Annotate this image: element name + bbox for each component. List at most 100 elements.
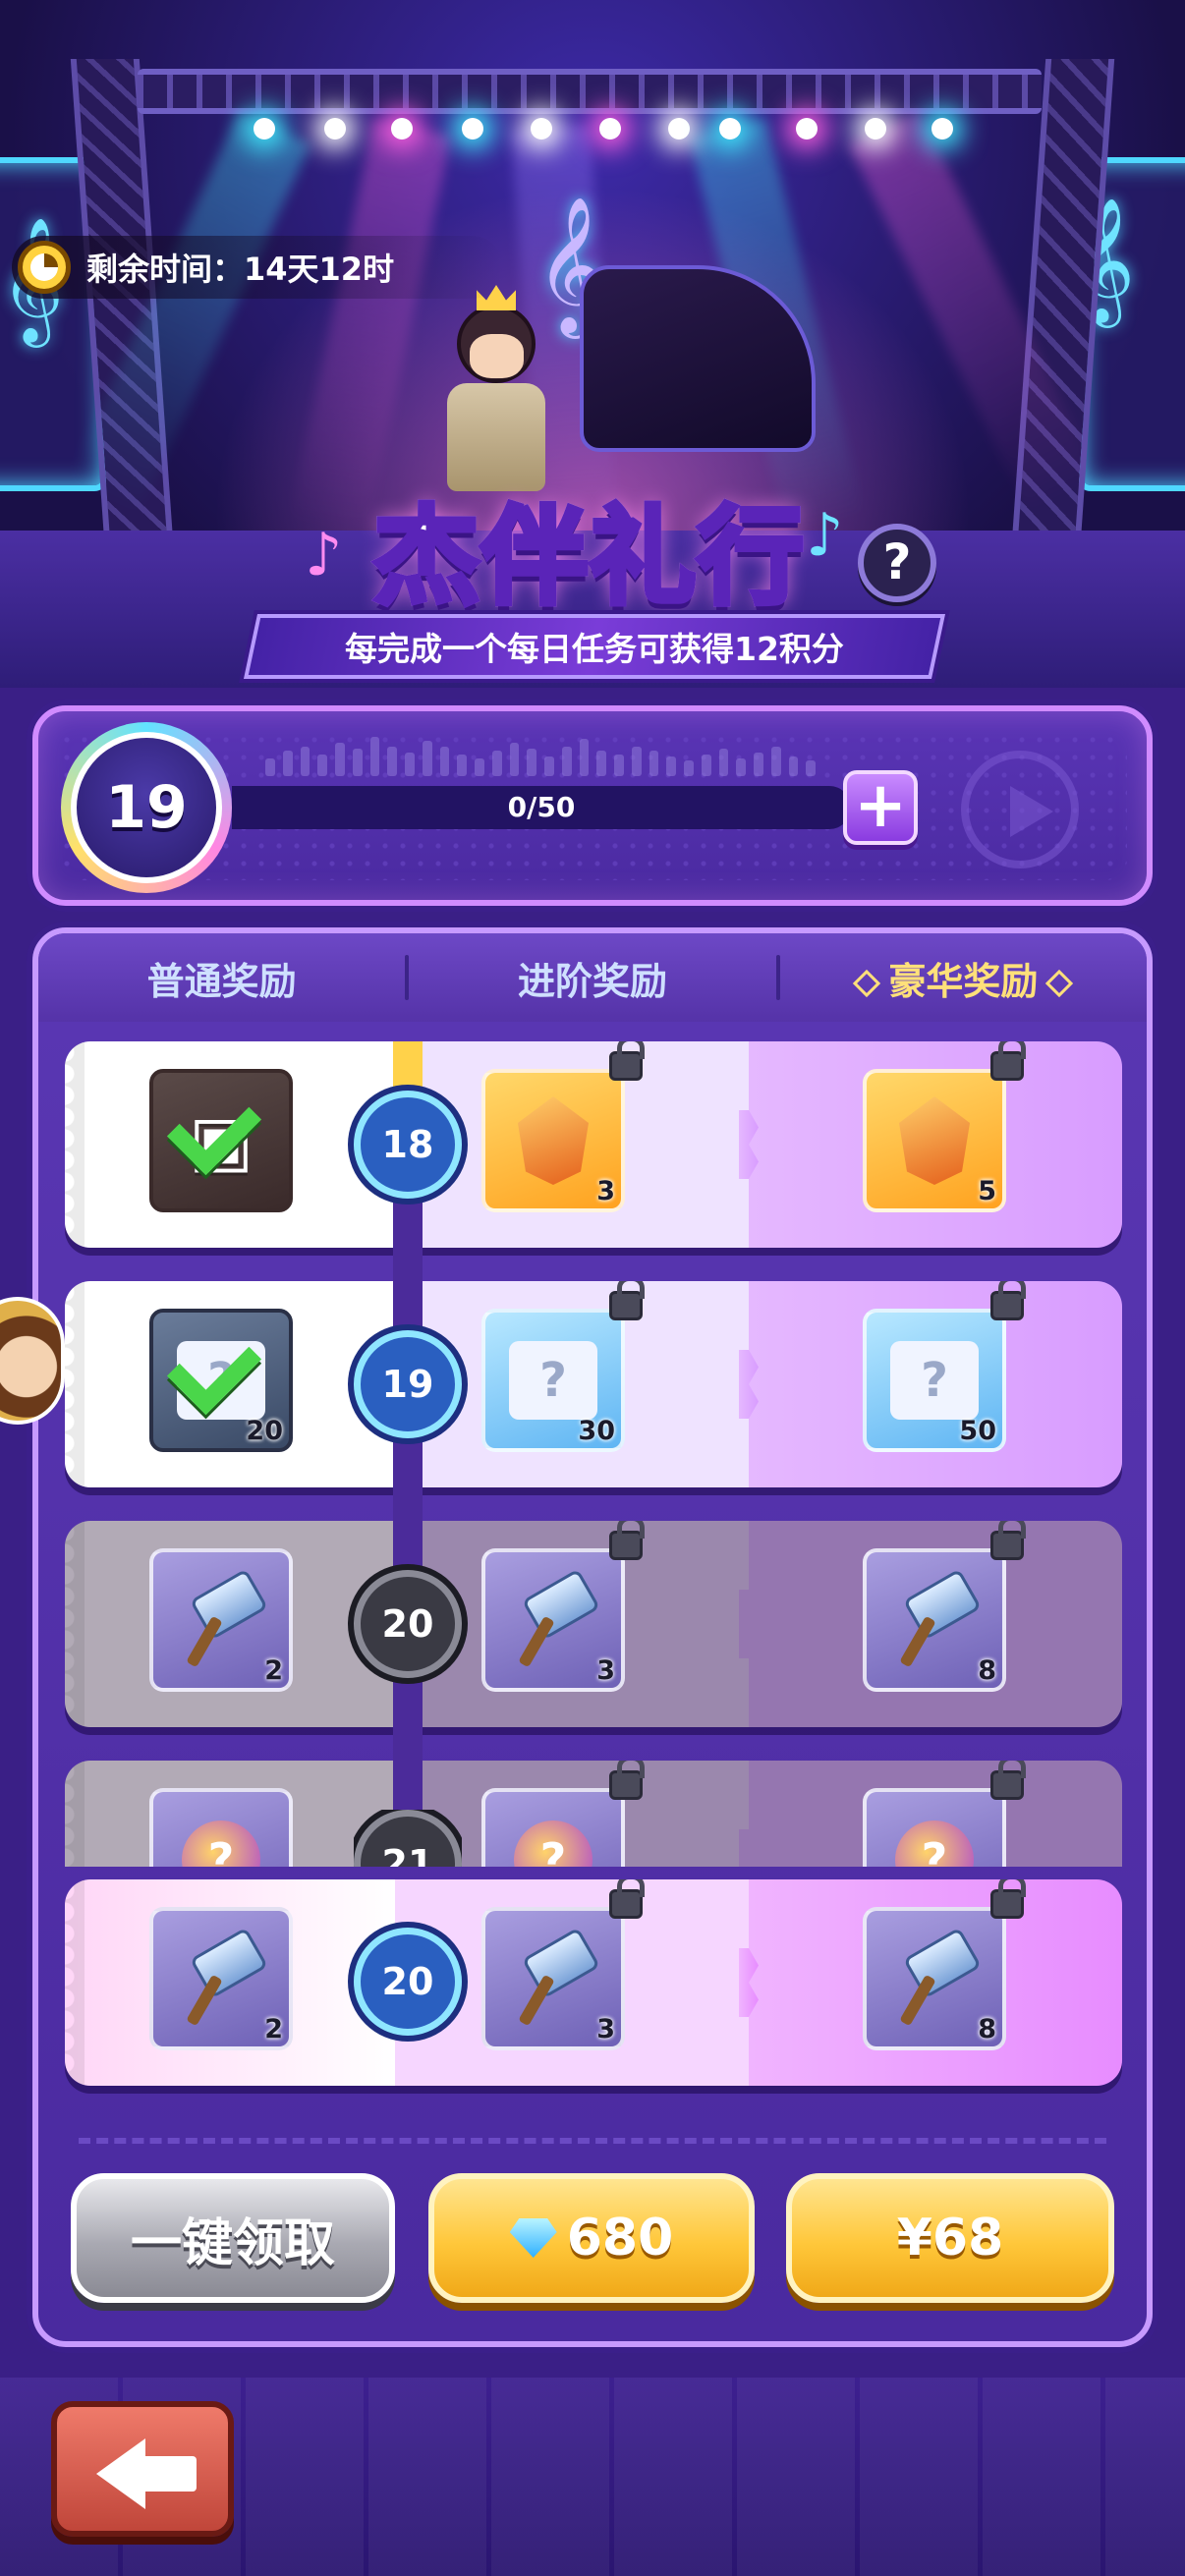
- hammer-icon: [519, 1576, 588, 1664]
- reward-cell-normal[interactable]: ?: [65, 1761, 395, 1867]
- mystery-orb-icon: ?: [514, 1820, 592, 1867]
- event-title: 杰伴礼行: [295, 472, 884, 625]
- lock-icon: [609, 1761, 645, 1800]
- lock-icon: [990, 1761, 1026, 1800]
- stage-light: [865, 118, 886, 140]
- level-node: 20: [354, 1570, 462, 1678]
- stage-light: [668, 118, 690, 140]
- mystery-orb-icon: ?: [895, 1820, 974, 1867]
- column-advanced: 进阶奖励: [517, 959, 667, 1003]
- equalizer-decoration: [265, 731, 816, 776]
- reward-quantity: 8: [978, 1655, 996, 1686]
- reward-cell-luxury[interactable]: 5: [739, 1041, 1122, 1248]
- ticket-notch: [739, 1948, 759, 2017]
- reward-list[interactable]: ▣ 3 5? 20? 30? 50 2 3 8???: [59, 1041, 1126, 1867]
- reward-gem-tile[interactable]: 5: [863, 1069, 1006, 1212]
- reward-scroll-tile[interactable]: ? 30: [481, 1309, 625, 1452]
- stage-light: [254, 118, 275, 140]
- stage-light: [531, 118, 552, 140]
- reward-orb-tile[interactable]: ?: [863, 1788, 1006, 1867]
- subtitle-text: 每完成一个每日任务可获得12积分: [345, 630, 844, 668]
- column-luxury: 豪华奖励: [780, 951, 1147, 1005]
- stage-light: [391, 118, 413, 140]
- reward-row[interactable]: ???: [65, 1761, 1122, 1867]
- reward-cell-luxury[interactable]: 8: [739, 1879, 1122, 2086]
- buy-with-money-button[interactable]: ¥68: [786, 2173, 1114, 2303]
- lock-icon: [990, 1879, 1026, 1919]
- gem-icon: [899, 1096, 970, 1185]
- reward-cell-luxury[interactable]: 8: [739, 1521, 1122, 1727]
- stage-light: [796, 118, 818, 140]
- lock-icon: [990, 1281, 1026, 1320]
- hammer-icon: [519, 1934, 588, 2023]
- scroll-icon: ?: [890, 1341, 979, 1420]
- ticket-notch: [739, 1110, 759, 1179]
- column-normal: 普通奖励: [146, 959, 297, 1003]
- reward-scroll-tile[interactable]: ? 20: [149, 1309, 293, 1452]
- reward-quantity: 5: [978, 1176, 996, 1206]
- reward-hammer-tile[interactable]: 2: [149, 1548, 293, 1692]
- buy-with-gems-button[interactable]: 680: [428, 2173, 755, 2303]
- reward-scroll-tile[interactable]: ? 50: [863, 1309, 1006, 1452]
- reward-cell-luxury[interactable]: ? 50: [739, 1281, 1122, 1487]
- reward-orb-tile[interactable]: ?: [149, 1788, 293, 1867]
- stage-light: [719, 118, 741, 140]
- reward-quantity: 3: [596, 2014, 615, 2044]
- lock-icon: [609, 1879, 645, 1919]
- reward-quantity: 50: [959, 1416, 996, 1446]
- reward-hammer-tile[interactable]: 3: [481, 1548, 625, 1692]
- gem-icon: [518, 1096, 589, 1185]
- stage-light: [324, 118, 346, 140]
- ticket-notch: [739, 1590, 759, 1658]
- reward-gem-tile[interactable]: 3: [481, 1069, 625, 1212]
- current-level-badge: 19: [61, 722, 232, 893]
- hammer-icon: [900, 1576, 969, 1664]
- ticket-notch: [739, 1350, 759, 1419]
- level-node: 19: [354, 1330, 462, 1438]
- timer-text: 剩余时间：14天12时: [86, 251, 395, 288]
- stage-light: [931, 118, 953, 140]
- reward-hammer-tile[interactable]: 8: [863, 1548, 1006, 1692]
- event-timer: 剩余时间：14天12时: [12, 236, 503, 299]
- stage-light: [599, 118, 621, 140]
- lock-icon: [609, 1281, 645, 1320]
- reward-cell-normal[interactable]: 2: [65, 1879, 395, 2086]
- reward-quantity: 2: [264, 1655, 283, 1686]
- reward-cell-normal[interactable]: ▣: [65, 1041, 395, 1248]
- buy-level-button[interactable]: +: [843, 770, 918, 845]
- lock-icon: [990, 1521, 1026, 1560]
- pianist-character: [432, 285, 560, 491]
- play-icon[interactable]: [961, 751, 1079, 868]
- companion-avatar[interactable]: [0, 1297, 65, 1425]
- reward-row[interactable]: ? 20? 30? 50: [65, 1281, 1122, 1487]
- progress-text: 0/50: [507, 791, 576, 823]
- back-arrow-icon[interactable]: [51, 2401, 234, 2537]
- lock-icon: [990, 1041, 1026, 1081]
- scroll-icon: ?: [509, 1341, 597, 1420]
- help-button[interactable]: ?: [858, 524, 936, 602]
- reward-orb-tile[interactable]: ?: [481, 1788, 625, 1867]
- lock-icon: [609, 1521, 645, 1560]
- pinned-reward-row[interactable]: 2 3 8: [65, 1879, 1122, 2086]
- mystery-orb-icon: ?: [182, 1820, 260, 1867]
- diamond-deco-icon: [853, 969, 881, 998]
- reward-cell-luxury[interactable]: ?: [739, 1761, 1122, 1867]
- reward-row[interactable]: ▣ 3 5: [65, 1041, 1122, 1248]
- claim-all-button[interactable]: 一键领取: [71, 2173, 395, 2303]
- lock-icon: [609, 1041, 645, 1081]
- reward-hammer-tile[interactable]: 8: [863, 1907, 1006, 2050]
- reward-cell-normal[interactable]: ? 20: [65, 1281, 395, 1487]
- clock-icon: [18, 241, 71, 294]
- diamond-icon: [509, 2218, 557, 2258]
- stage-light: [462, 118, 483, 140]
- reward-column-headers: 普通奖励 进阶奖励 豪华奖励: [38, 933, 1147, 1022]
- hammer-icon: [900, 1934, 969, 2023]
- reward-cell-normal[interactable]: 2: [65, 1521, 395, 1727]
- reward-row[interactable]: 2 3 8: [65, 1521, 1122, 1727]
- reward-chest-tile[interactable]: ▣: [149, 1069, 293, 1212]
- hammer-icon: [187, 1934, 255, 2023]
- reward-hammer-tile[interactable]: 3: [481, 1907, 625, 2050]
- reward-quantity: 20: [246, 1416, 283, 1446]
- reward-hammer-tile[interactable]: 2: [149, 1907, 293, 2050]
- pinned-level-node: 20: [354, 1928, 462, 2036]
